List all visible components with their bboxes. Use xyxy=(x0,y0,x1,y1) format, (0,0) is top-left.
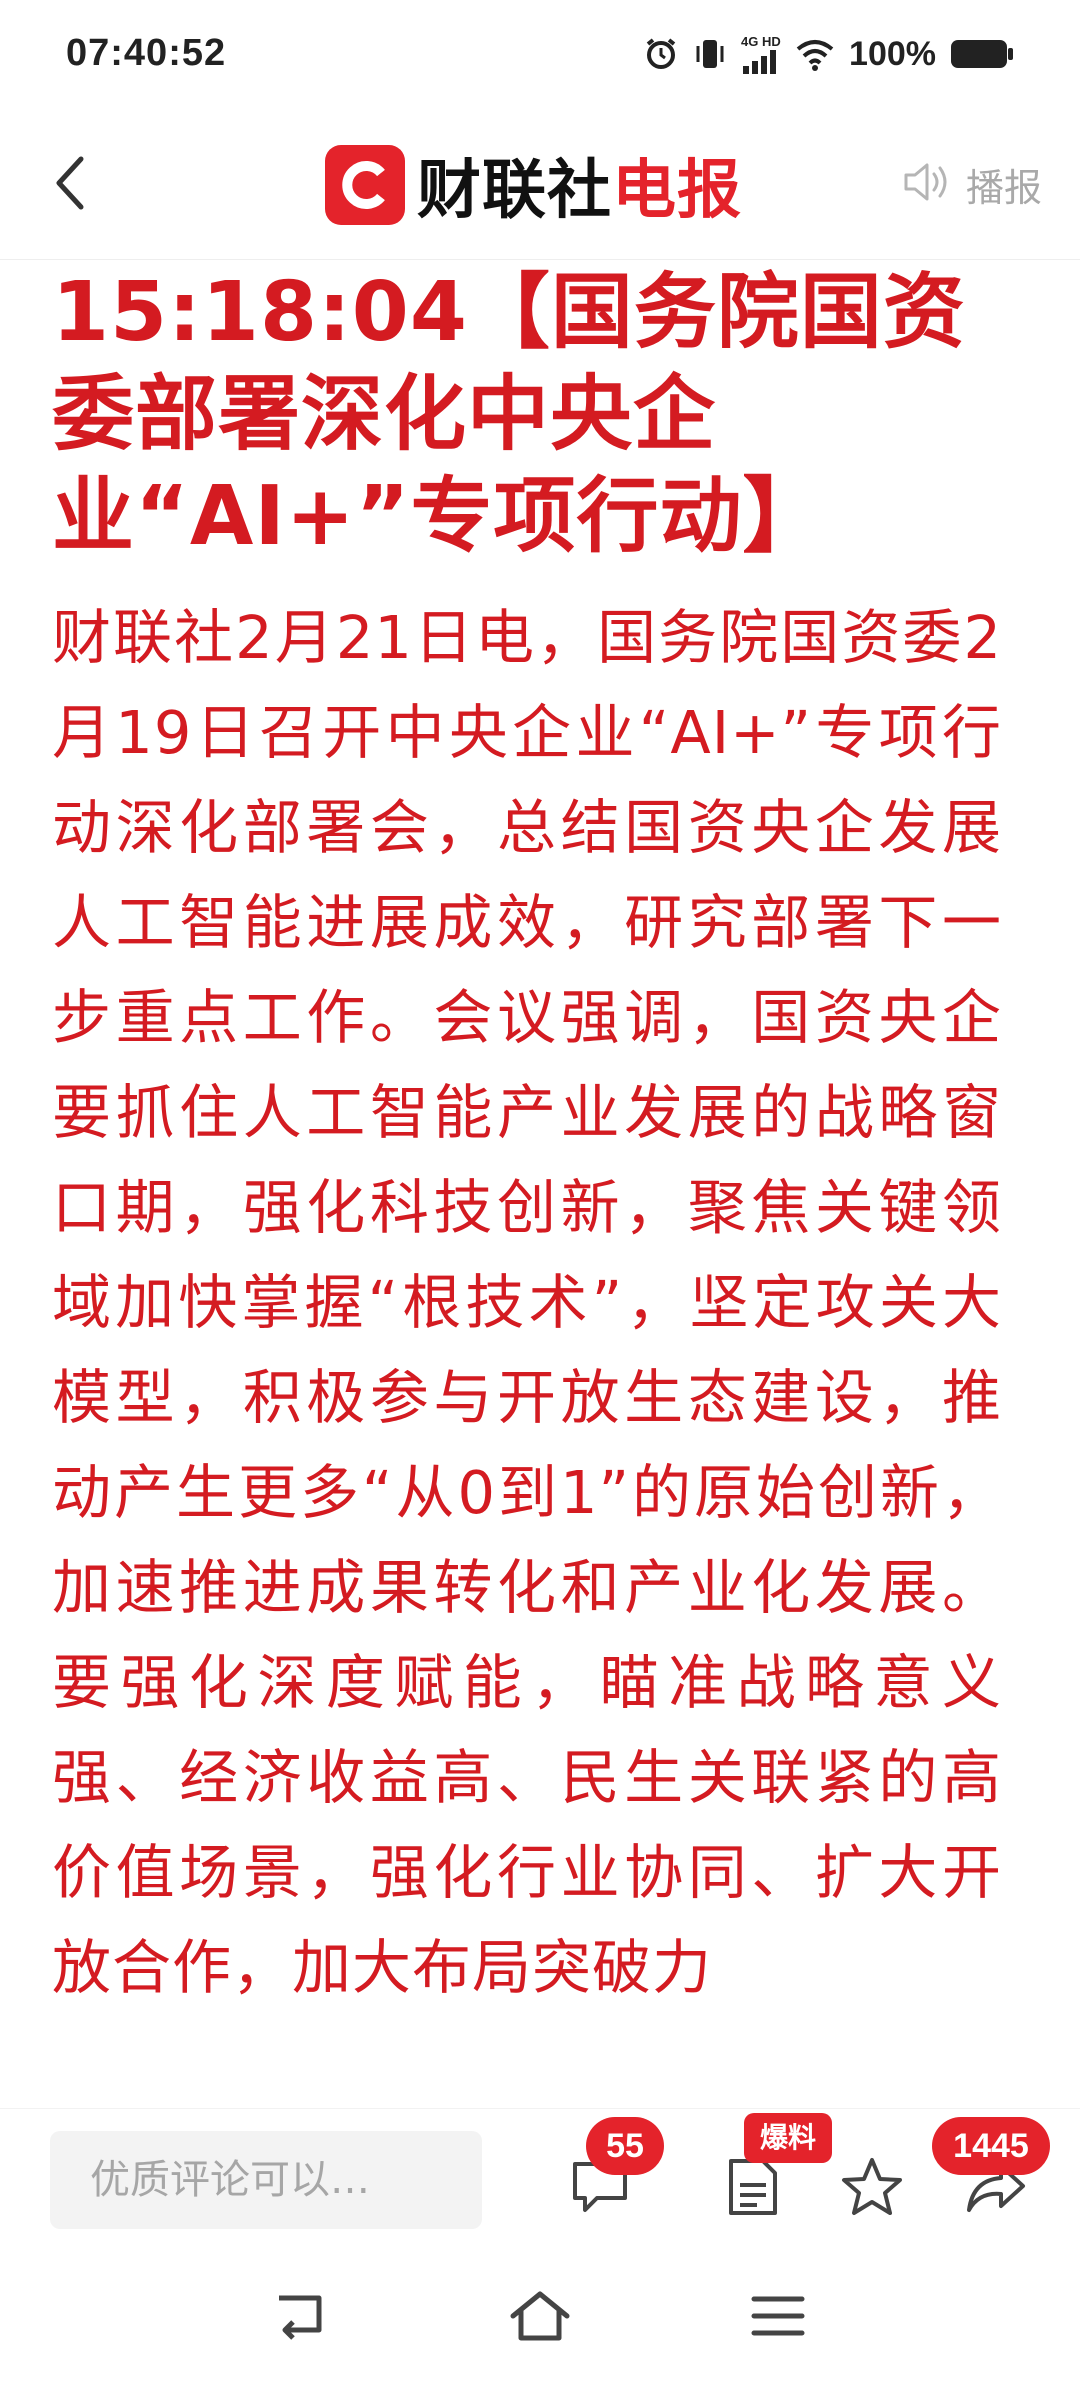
brand-suffix: 电报 xyxy=(612,154,742,228)
tip-badge: 爆料 xyxy=(744,2113,832,2163)
star-icon xyxy=(839,2155,905,2223)
system-nav-bar xyxy=(0,2248,1080,2388)
status-time: 07:40:52 xyxy=(66,32,227,74)
brand-name: 财联社 xyxy=(417,154,612,228)
wifi-icon xyxy=(795,37,835,71)
report-icon xyxy=(723,2155,783,2223)
signal-icon: 4G HD xyxy=(741,35,781,74)
speaker-icon xyxy=(902,160,952,208)
comment-input[interactable] xyxy=(50,2131,482,2229)
app-header: 财联社 电报 播报 xyxy=(0,110,1080,260)
back-nav-icon xyxy=(269,2288,331,2348)
brand: 财联社 电报 xyxy=(325,140,742,230)
network-label: 4G HD xyxy=(741,33,781,49)
article-headline: 15:18:04【国务院国资委部署深化中央企业“AI+”专项行动】 xyxy=(52,265,966,564)
battery-percent: 100% xyxy=(849,34,936,73)
broadcast-button[interactable]: 播报 xyxy=(902,154,1042,214)
alarm-icon xyxy=(643,36,679,72)
comment-count-badge: 55 xyxy=(586,2117,664,2175)
status-icons: 4G HD 100% xyxy=(643,34,1014,74)
home-icon xyxy=(507,2288,573,2348)
battery-icon xyxy=(950,38,1014,70)
brand-c-logo xyxy=(325,145,405,225)
system-back-button[interactable] xyxy=(260,2278,340,2358)
share-count-badge: 1445 xyxy=(932,2117,1050,2175)
status-bar: 07:40:52 4G HD 100% xyxy=(0,0,1080,110)
action-bar: 55 爆料 1445 xyxy=(0,2108,1080,2249)
back-icon xyxy=(53,153,87,217)
broadcast-label: 播报 xyxy=(965,165,1042,210)
article-body: 财联社2月21日电，国务院国资委2月19日召开中央企业“AI+”专项行动深化部署… xyxy=(52,603,1002,2000)
article: 15:18:04【国务院国资委部署深化中央企业“AI+”专项行动】 财联社2月2… xyxy=(52,262,1002,2000)
favorite-button[interactable] xyxy=(832,2149,912,2229)
back-button[interactable] xyxy=(40,150,100,220)
menu-icon xyxy=(748,2291,808,2345)
system-home-button[interactable] xyxy=(500,2278,580,2358)
vibrate-icon xyxy=(693,36,727,72)
system-menu-button[interactable] xyxy=(738,2278,818,2358)
header-divider xyxy=(0,259,1080,260)
